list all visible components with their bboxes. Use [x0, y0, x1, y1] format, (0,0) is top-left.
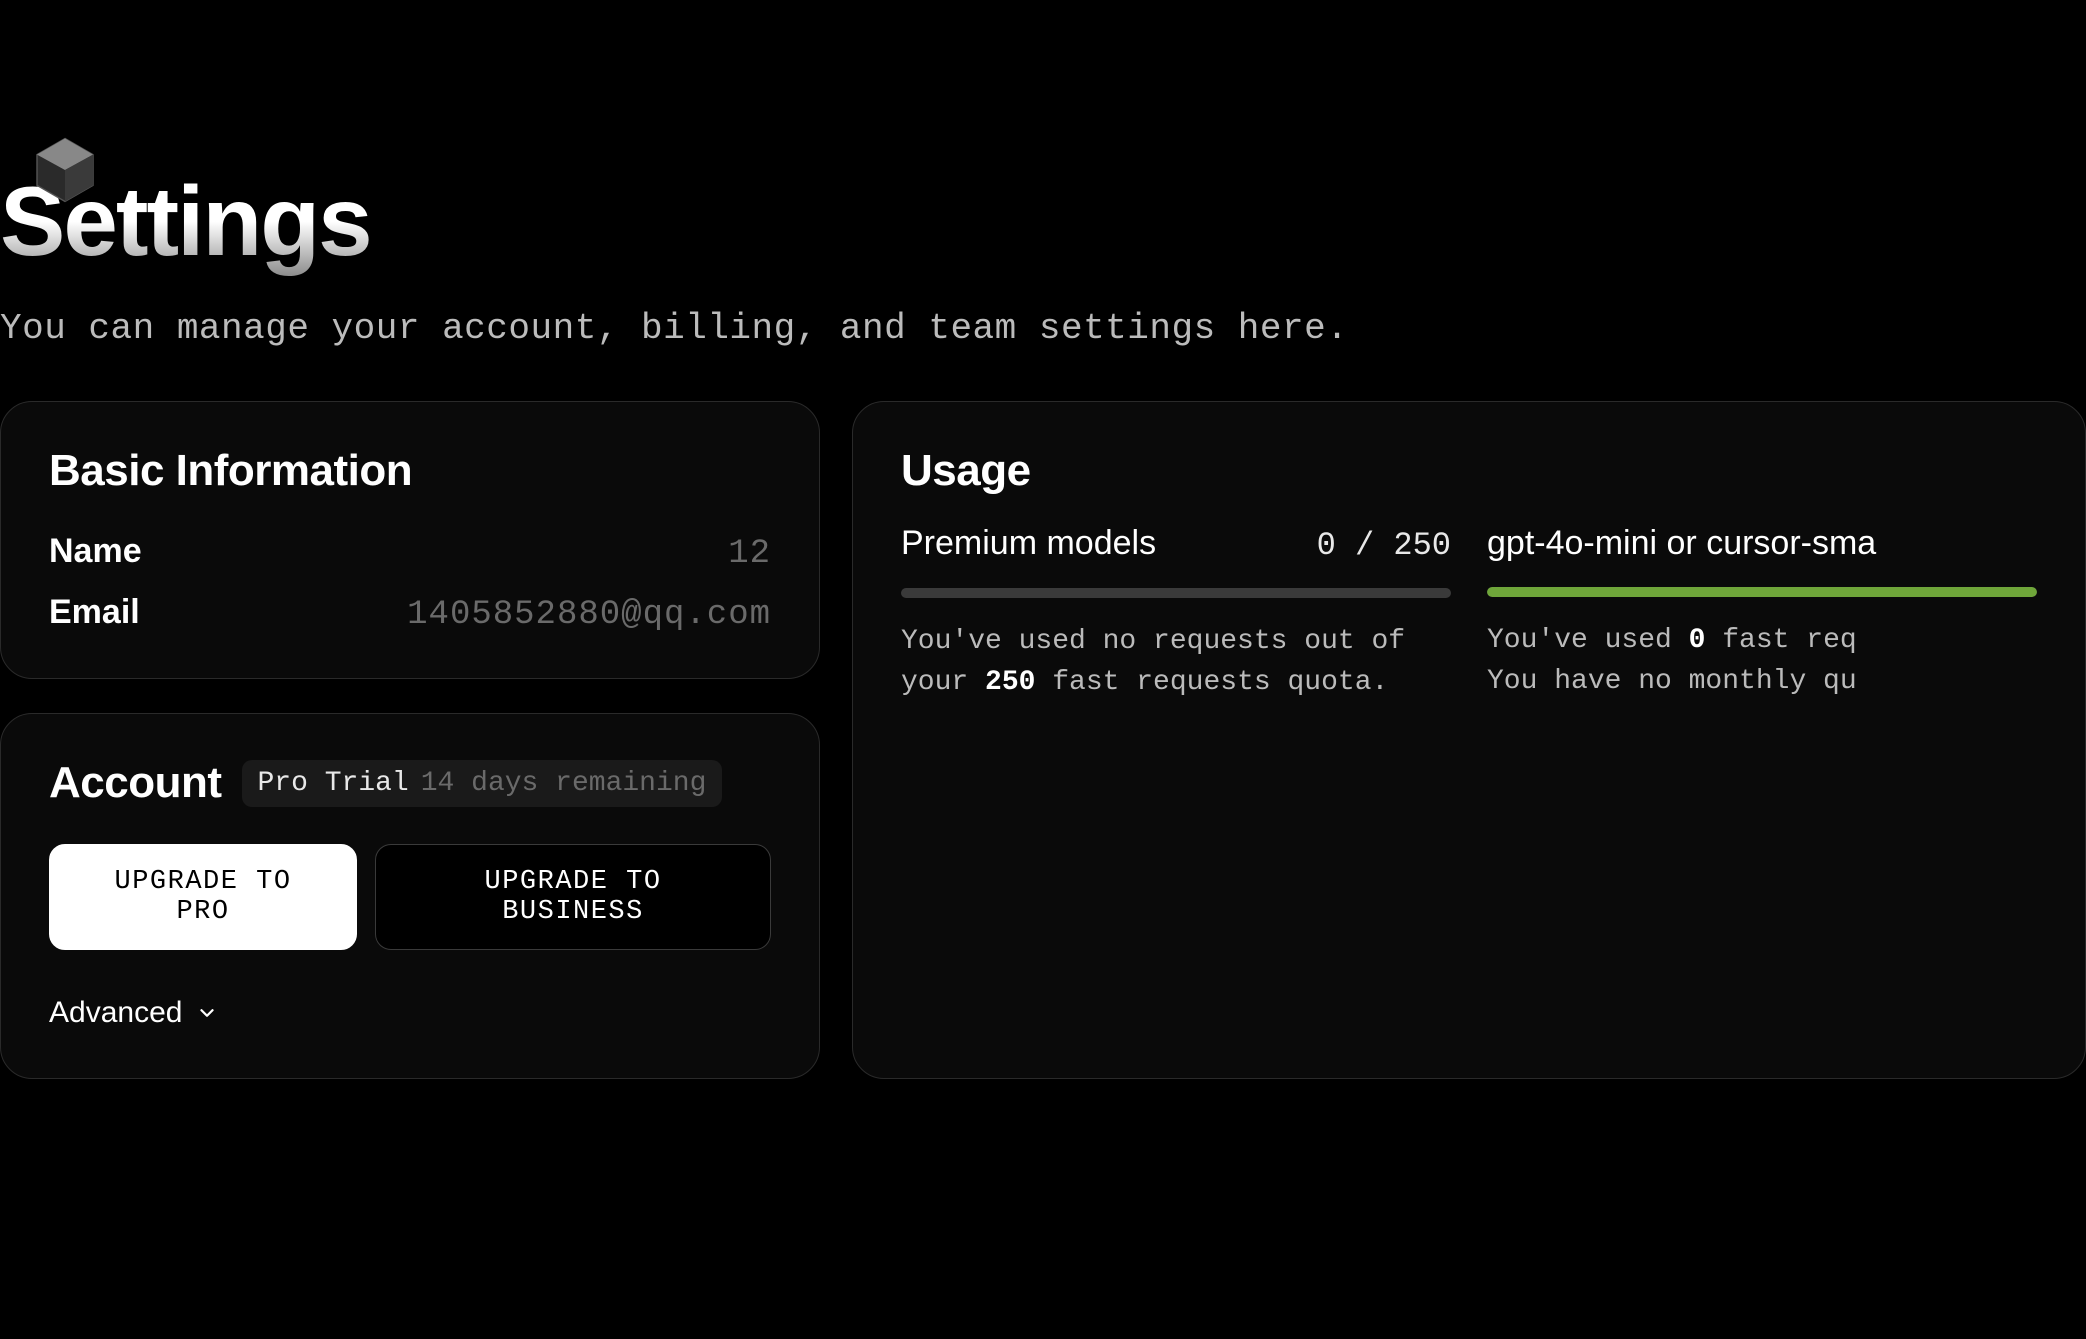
app-logo-icon	[30, 135, 100, 205]
usage-mini-name: gpt-4o-mini or cursor-sma	[1487, 524, 1876, 563]
email-label: Email	[49, 593, 140, 632]
name-label: Name	[49, 532, 142, 571]
upgrade-to-pro-button[interactable]: UPGRADE TO PRO	[49, 844, 357, 950]
plan-badge-name: Pro Trial	[258, 768, 409, 799]
page-title: Settings	[0, 165, 2086, 278]
plan-badge-remaining: 14 days remaining	[421, 768, 707, 799]
email-value: 1405852880@qq.com	[407, 596, 771, 634]
account-card: Account Pro Trial 14 days remaining UPGR…	[0, 713, 820, 1079]
upgrade-to-business-button[interactable]: UPGRADE TO BUSINESS	[375, 844, 771, 950]
usage-premium-description: You've used no requests out of your 250 …	[901, 622, 1451, 703]
usage-premium-name: Premium models	[901, 524, 1156, 563]
usage-premium-count: 0 / 250	[1317, 527, 1451, 564]
plan-badge: Pro Trial 14 days remaining	[242, 760, 723, 807]
usage-premium-section: Premium models 0 / 250 You've used no re…	[901, 524, 1451, 703]
usage-premium-progress	[901, 588, 1451, 598]
chevron-down-icon	[196, 1002, 218, 1024]
advanced-label: Advanced	[49, 996, 182, 1030]
email-row: Email 1405852880@qq.com	[49, 593, 771, 634]
usage-mini-description: You've used 0 fast req You have no month…	[1487, 621, 2037, 702]
name-value: 12	[728, 535, 771, 573]
usage-title: Usage	[901, 446, 2037, 496]
basic-information-title: Basic Information	[49, 446, 771, 496]
basic-information-card: Basic Information Name 12 Email 14058528…	[0, 401, 820, 679]
page-subtitle: You can manage your account, billing, an…	[0, 308, 2086, 349]
usage-mini-progress	[1487, 587, 2037, 597]
advanced-toggle[interactable]: Advanced	[49, 996, 218, 1030]
account-title: Account	[49, 758, 222, 808]
name-row: Name 12	[49, 532, 771, 573]
usage-mini-section: gpt-4o-mini or cursor-sma You've used 0 …	[1487, 524, 2037, 703]
usage-card: Usage Premium models 0 / 250 You've used…	[852, 401, 2086, 1079]
